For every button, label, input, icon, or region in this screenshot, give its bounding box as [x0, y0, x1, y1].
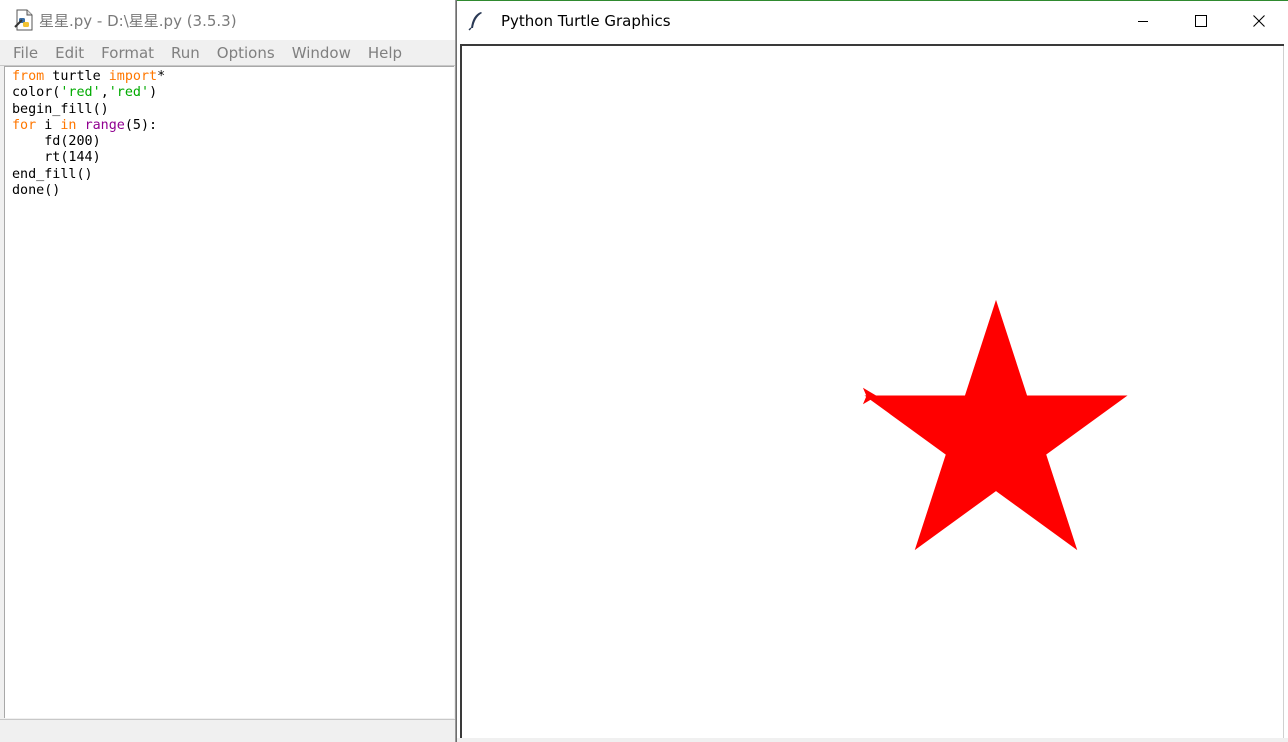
keyword-for: for [12, 117, 37, 133]
code-line-5: fd(200) [12, 134, 101, 150]
keyword-from: from [12, 69, 45, 84]
minimize-button[interactable] [1114, 1, 1172, 41]
window-title: Python Turtle Graphics [501, 12, 671, 30]
builtin-range: range [84, 117, 125, 133]
menu-format[interactable]: Format [101, 44, 154, 62]
code-line-1: from turtle import* [12, 69, 166, 84]
window-controls [1114, 1, 1288, 41]
menu-edit[interactable]: Edit [55, 44, 84, 62]
code-text: from turtle import* color('red','red') b… [5, 67, 454, 199]
turtle-graphics-window: Python Turtle Graphics [456, 0, 1288, 742]
code-editor[interactable]: from turtle import* color('red','red') b… [4, 66, 454, 718]
maximize-button[interactable] [1172, 1, 1230, 41]
string-literal: 'red' [60, 85, 101, 101]
status-bar [0, 719, 455, 742]
code-line-7: end_fill() [12, 166, 93, 182]
turtle-canvas[interactable] [462, 46, 1284, 738]
keyword-in: in [60, 117, 77, 133]
window-bottom-edge [457, 738, 1288, 742]
turtle-titlebar[interactable]: Python Turtle Graphics [457, 1, 1288, 41]
menu-help[interactable]: Help [368, 44, 402, 62]
window-title: 星星.py - D:\星星.py (3.5.3) [39, 11, 237, 30]
minimize-icon [1138, 21, 1148, 22]
feather-icon [468, 12, 482, 31]
keyword-import: import [108, 69, 158, 84]
close-button[interactable] [1230, 1, 1288, 41]
string-literal: 'red' [108, 85, 150, 101]
menu-bar: File Edit Format Run Options Window Help [0, 40, 455, 66]
idle-titlebar[interactable]: 星星.py - D:\星星.py (3.5.3) [0, 0, 455, 40]
code-line-6: rt(144) [12, 150, 101, 166]
red-star [864, 299, 1128, 551]
maximize-icon [1195, 15, 1207, 27]
code-line-4: for i in range(5): [12, 117, 158, 133]
idle-editor-window: 星星.py - D:\星星.py (3.5.3) File Edit Forma… [0, 0, 456, 742]
code-line-8: done() [12, 183, 61, 199]
menu-options[interactable]: Options [217, 44, 275, 62]
desktop: 星星.py - D:\星星.py (3.5.3) File Edit Forma… [0, 0, 1288, 742]
turtle-canvas-frame [460, 44, 1284, 738]
code-line-3: begin_fill() [12, 101, 109, 117]
close-icon [1253, 15, 1265, 27]
menu-window[interactable]: Window [292, 44, 351, 62]
menu-file[interactable]: File [13, 44, 38, 62]
python-file-icon [14, 9, 33, 31]
menu-run[interactable]: Run [171, 44, 200, 62]
code-line-2: color('red','red') [12, 85, 158, 101]
